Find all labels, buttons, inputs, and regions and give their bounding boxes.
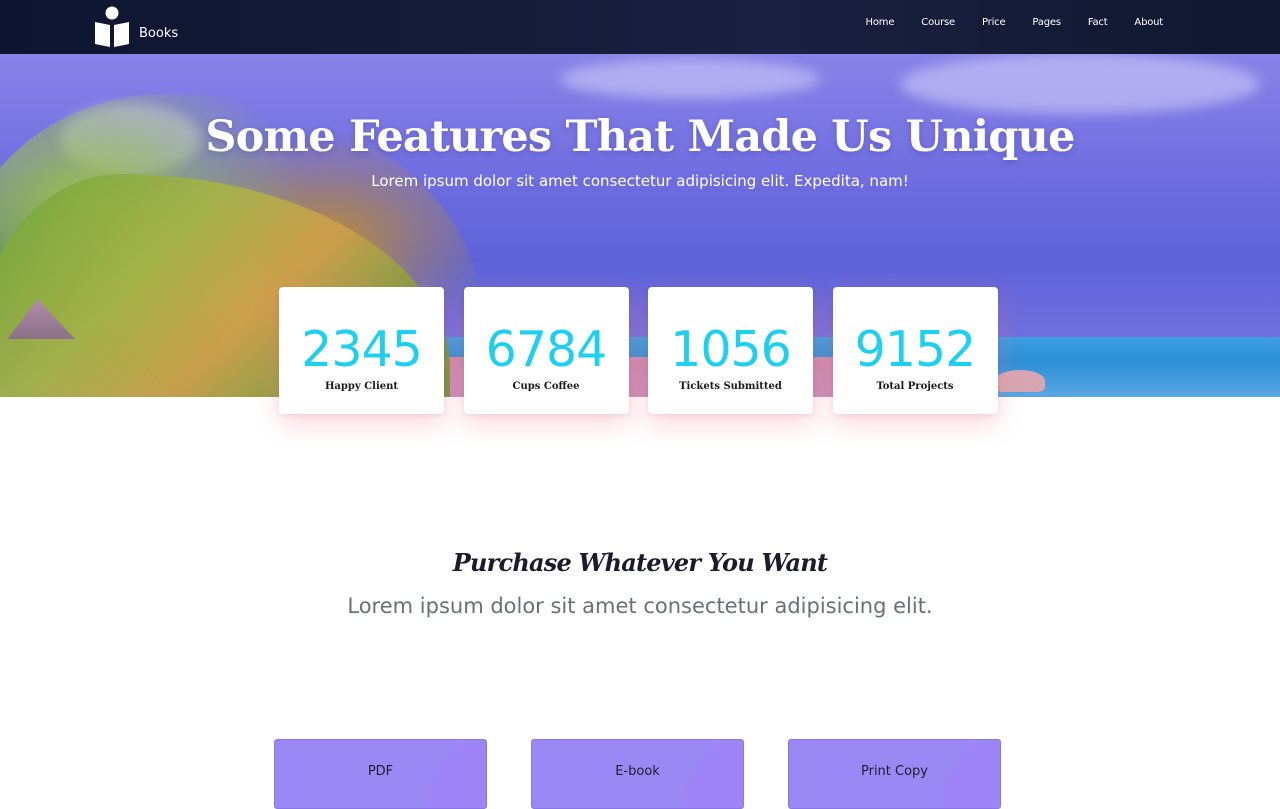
stat-label: Total Projects — [876, 381, 954, 392]
purchase-title: Purchase Whatever You Want — [452, 548, 828, 577]
nav-link-home[interactable]: Home — [866, 17, 895, 28]
hero-cloud — [900, 54, 1260, 114]
stat-card-happy-client: 2345 Happy Client — [279, 287, 444, 414]
option-label: Print Copy — [860, 764, 928, 779]
option-card-pdf[interactable]: PDF — [274, 739, 487, 809]
nav-link-fact[interactable]: Fact — [1088, 17, 1108, 28]
stats-row: 2345 Happy Client 6784 Cups Coffee 1056 … — [279, 287, 998, 414]
brand-name: Books — [139, 26, 179, 41]
nav-link-pages[interactable]: Pages — [1032, 17, 1061, 28]
option-card-ebook[interactable]: E-book — [531, 739, 744, 809]
stat-value: 1056 — [670, 321, 792, 378]
stat-card-tickets-submitted: 1056 Tickets Submitted — [648, 287, 813, 414]
option-label: PDF — [367, 764, 394, 779]
option-label: E-book — [615, 764, 660, 779]
stat-label: Happy Client — [324, 381, 398, 392]
stat-card-total-projects: 9152 Total Projects — [832, 287, 998, 414]
brand-logo[interactable]: Books — [93, 4, 178, 48]
nav-link-price[interactable]: Price — [982, 17, 1006, 28]
hero-cloud — [560, 59, 820, 99]
purchase-options: PDF E-book Print Copy — [274, 739, 1001, 809]
option-card-print-copy[interactable]: Print Copy — [788, 739, 1001, 809]
stat-value: 2345 — [301, 321, 423, 378]
stat-value: 9152 — [854, 321, 977, 378]
stat-card-cups-coffee: 6784 Cups Coffee — [463, 287, 629, 414]
main-nav: Home Course Price Pages Fact About — [839, 17, 1164, 28]
hero-rock — [995, 370, 1045, 392]
stat-value: 6784 — [485, 321, 608, 378]
nav-link-course[interactable]: Course — [921, 17, 955, 28]
hero-subtitle: Lorem ipsum dolor sit amet consectetur a… — [371, 172, 909, 190]
stat-label: Tickets Submitted — [679, 381, 782, 392]
navbar: Books Home Course Price Pages Fact About — [0, 0, 1280, 54]
open-book-reader-icon — [95, 6, 129, 47]
nav-link-about[interactable]: About — [1134, 17, 1163, 28]
purchase-subtitle: Lorem ipsum dolor sit amet consectetur a… — [347, 594, 933, 618]
hero-title: Some Features That Made Us Unique — [205, 112, 1075, 162]
stat-label: Cups Coffee — [512, 381, 580, 392]
